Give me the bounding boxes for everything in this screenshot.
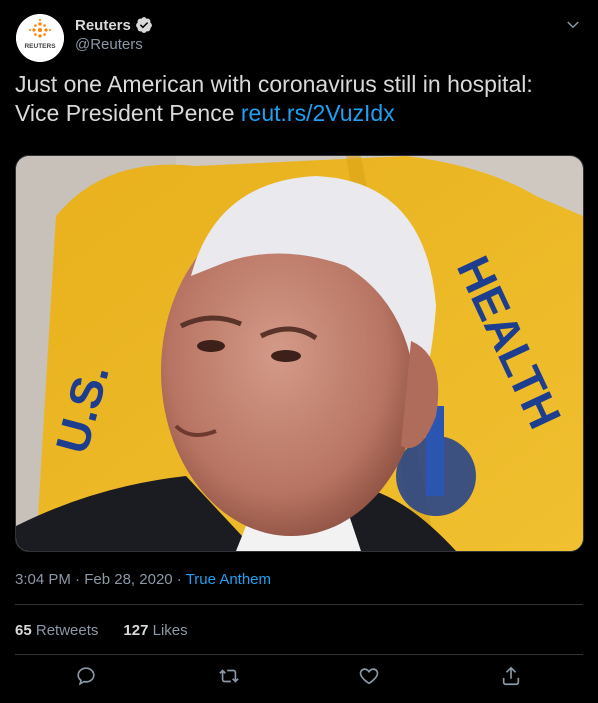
likes-count: 127	[123, 622, 149, 639]
photo-image: U.S. HEALTH	[16, 156, 583, 551]
likes-label: Likes	[152, 622, 188, 639]
tweet-text: Just one American with coronavirus still…	[15, 70, 583, 128]
chevron-down-icon[interactable]	[564, 16, 582, 34]
account-name-block[interactable]: Reuters @Reuters	[75, 16, 153, 53]
reuters-logo-text: REUTERS	[24, 43, 56, 50]
share-icon	[502, 666, 520, 686]
divider	[15, 654, 583, 655]
tweet-link[interactable]: reut.rs/2VuzIdx	[241, 100, 395, 126]
likes-stat[interactable]: 127 Likes	[123, 622, 187, 639]
tweet-actions	[0, 665, 598, 695]
share-button[interactable]	[500, 665, 524, 689]
retweets-stat[interactable]: 65 Retweets	[15, 622, 98, 639]
tweet-source[interactable]: True Anthem	[186, 571, 271, 588]
meta-separator-1: ·	[70, 571, 85, 588]
reply-button[interactable]	[75, 665, 99, 689]
reuters-logo: REUTERS	[16, 14, 64, 62]
retweets-label: Retweets	[35, 622, 99, 639]
tweet-meta: 3:04 PM · Feb 28, 2020 · True Anthem	[15, 571, 271, 588]
tweet-header: REUTERS Reuters @Reuters	[16, 14, 582, 62]
tweet-stats: 65 Retweets 127 Likes	[15, 622, 188, 639]
heart-icon	[359, 668, 379, 685]
like-button[interactable]	[358, 665, 382, 689]
divider	[15, 604, 583, 605]
verified-badge-icon	[135, 17, 152, 33]
retweet-icon	[219, 669, 239, 683]
display-name[interactable]: Reuters	[75, 17, 131, 34]
reply-icon	[77, 667, 95, 686]
account-handle[interactable]: @Reuters	[75, 36, 153, 53]
reuters-avatar[interactable]: REUTERS	[16, 14, 64, 62]
meta-separator-2: ·	[172, 571, 186, 588]
retweets-count: 65	[15, 622, 32, 639]
tweet-photo[interactable]: U.S. HEALTH	[15, 155, 584, 552]
tweet-time[interactable]: 3:04 PM	[15, 571, 71, 588]
retweet-button[interactable]	[218, 665, 242, 689]
tweet-date[interactable]: Feb 28, 2020	[84, 571, 172, 588]
